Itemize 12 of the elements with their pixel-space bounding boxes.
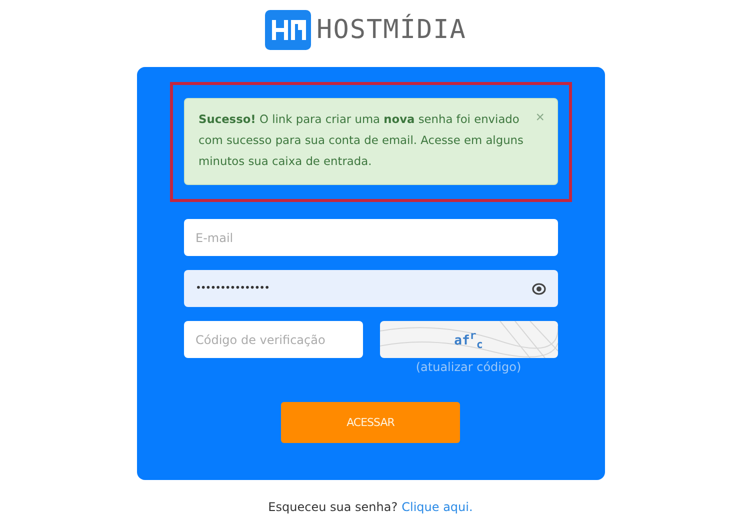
email-field[interactable]: E-mail	[184, 219, 558, 256]
logo-icon	[264, 10, 311, 50]
close-button[interactable]: ×	[536, 109, 544, 127]
click-here-link[interactable]: Clique aqui.	[402, 500, 473, 514]
code-field[interactable]: Código de verificação	[184, 321, 362, 358]
eye-icon[interactable]	[532, 282, 546, 294]
forgot-password-text: Esqueceu sua senha?	[268, 500, 398, 514]
alert-message: Sucesso! O link para criar uma nova senha foi enviado com sucesso para sua conta de email. Acesse em alguns minutos sua caixa de entrada.	[198, 111, 524, 170]
logo-text: HOSTMÍDIA	[316, 15, 466, 45]
password-field[interactable]: •••••••••••••••	[184, 270, 558, 307]
refresh-code-link[interactable]: (atualizar código)	[416, 360, 522, 374]
submit-button[interactable]: ACESSAR	[281, 402, 460, 443]
